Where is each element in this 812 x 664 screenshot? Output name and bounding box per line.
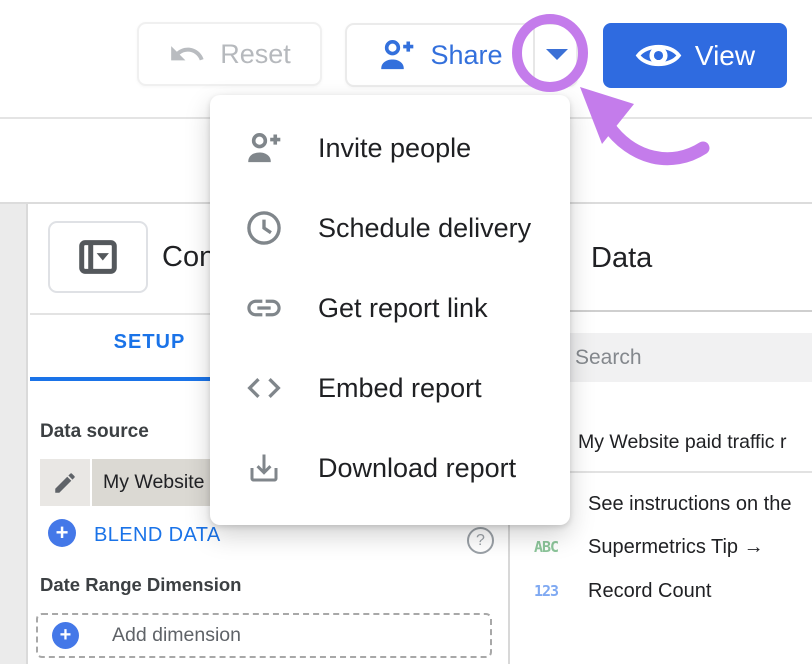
- menu-item-embed-report[interactable]: Embed report: [210, 348, 570, 428]
- eye-icon: [635, 39, 682, 72]
- add-dimension-label: Add dimension: [112, 615, 241, 656]
- chevron-down-icon: [546, 49, 568, 61]
- field-label: See instructions on the: [588, 493, 791, 516]
- menu-item-label: Download report: [318, 453, 516, 484]
- date-range-section-label: Date Range Dimension: [40, 574, 242, 596]
- menu-item-download-report[interactable]: Download report: [210, 428, 570, 508]
- code-icon: [241, 368, 287, 408]
- view-label: View: [695, 40, 755, 72]
- field-label: Record Count: [588, 580, 711, 603]
- add-dimension-dropzone[interactable]: + Add dimension: [36, 613, 492, 658]
- reset-button[interactable]: Reset: [137, 22, 322, 86]
- person-add-icon: [241, 130, 287, 166]
- canvas-edge-strip: [0, 204, 28, 664]
- data-panel-title: Data: [591, 242, 652, 275]
- blend-data-button[interactable]: BLEND DATA: [94, 524, 221, 547]
- clock-icon: [241, 209, 287, 247]
- link-icon: [241, 288, 287, 328]
- menu-item-label: Get report link: [318, 293, 488, 324]
- reset-label: Reset: [220, 39, 291, 70]
- number-field-icon: 123: [534, 582, 558, 600]
- share-dropdown-button[interactable]: [535, 25, 578, 85]
- menu-item-label: Schedule delivery: [318, 213, 531, 244]
- download-icon: [241, 450, 287, 486]
- share-label: Share: [430, 40, 502, 71]
- help-icon[interactable]: ?: [467, 527, 494, 554]
- share-dropdown-menu: Invite people Schedule delivery Get repo…: [210, 95, 570, 525]
- undo-icon: [168, 35, 206, 73]
- field-row[interactable]: ABC Supermetrics Tip →: [508, 536, 812, 566]
- share-button[interactable]: Share: [347, 25, 533, 85]
- view-button[interactable]: View: [603, 23, 787, 88]
- control-type-button[interactable]: [48, 221, 148, 293]
- menu-item-label: Embed report: [318, 373, 482, 404]
- menu-item-label: Invite people: [318, 133, 471, 164]
- field-row[interactable]: 123 Record Count: [508, 580, 812, 610]
- menu-item-invite-people[interactable]: Invite people: [210, 108, 570, 188]
- menu-item-get-report-link[interactable]: Get report link: [210, 268, 570, 348]
- edit-data-source-button[interactable]: [40, 459, 90, 506]
- dropdown-control-icon: [75, 234, 121, 280]
- annotation-arrow-head: [580, 87, 634, 144]
- text-field-icon: ABC: [534, 538, 558, 556]
- field-label: Supermetrics Tip →: [588, 536, 764, 559]
- pencil-icon: [52, 470, 78, 496]
- blend-data-plus-icon[interactable]: +: [48, 519, 76, 547]
- share-button-group: Share: [345, 23, 578, 87]
- search-input[interactable]: [575, 333, 805, 382]
- annotation-arrow-tail: [607, 124, 703, 159]
- person-add-icon: [377, 37, 417, 73]
- data-source-section-label: Data source: [40, 421, 149, 443]
- data-source-name: My Website paid traffic r: [578, 431, 786, 454]
- add-dimension-plus-icon: +: [52, 622, 79, 649]
- menu-item-schedule-delivery[interactable]: Schedule delivery: [210, 188, 570, 268]
